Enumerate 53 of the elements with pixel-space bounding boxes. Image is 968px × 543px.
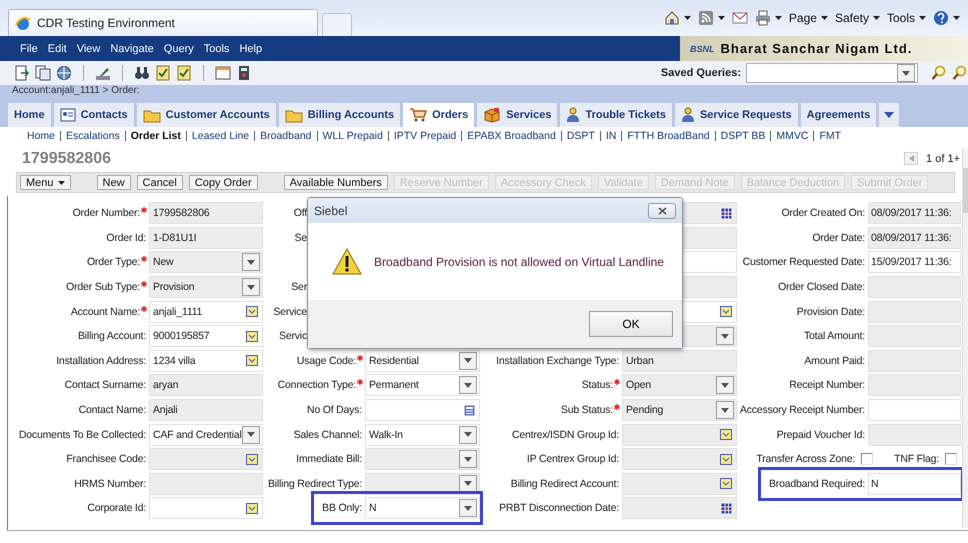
breadcrumb: Account:anjali_1111 > Order:: [0, 85, 968, 97]
field-label: Transfer Across Zone:: [756, 453, 856, 466]
field-label: Order Closed Date:: [778, 281, 865, 294]
dialog-title: Siebel: [314, 204, 348, 218]
field-label: PRBT Disconnection Date:: [499, 502, 619, 514]
field-label: Receipt Number:: [789, 379, 865, 392]
company-name: Bharat Sanchar Nigam Ltd.: [720, 41, 912, 56]
field-label: IP Centrex Group Id:: [526, 453, 619, 466]
logo-mark: BSNL: [690, 44, 714, 54]
field-label: Account Name:: [70, 306, 140, 318]
field-label: Order Id:: [106, 232, 146, 244]
field-label: Customer Requested Date:: [742, 256, 865, 268]
dialog-message: Broadband Provision is not allowed on Virtual Landline: [374, 254, 664, 268]
field-label: Se: [294, 232, 307, 244]
field-label: Order Number:: [72, 207, 140, 220]
field-label: BB Only:: [322, 502, 362, 514]
field-label: Service: [272, 306, 307, 318]
field-label: No Of Days:: [307, 404, 362, 416]
record-title: 1799582806: [22, 150, 111, 168]
field-label: Sub Status:: [560, 404, 613, 416]
field-label: Documents To Be Collected:: [18, 428, 146, 441]
field-label: Ser: [290, 281, 307, 294]
saved-queries-label: Saved Queries:: [660, 67, 741, 79]
field-label: Installation Address:: [56, 354, 146, 367]
field-label: TNF Flag:: [894, 453, 939, 466]
field-label: Corporate Id:: [87, 502, 146, 514]
field-label: Status:: [582, 379, 613, 392]
field-label: Amount Paid:: [804, 354, 865, 367]
field-label: Provision Date:: [796, 306, 865, 318]
field-label: Order Sub Type:: [66, 281, 140, 294]
field-label: Accessory Receipt Number:: [740, 404, 865, 416]
field-label: Contact Surname:: [64, 379, 146, 392]
field-label: Order Created On:: [781, 207, 865, 220]
field-label: Usage Code:: [296, 354, 356, 367]
field-label: Servic: [278, 330, 307, 342]
field-label: Connection Type:: [278, 379, 356, 392]
field-label: Broadband Required:: [768, 478, 865, 490]
field-label: Contact Name:: [78, 404, 146, 416]
record-count: 1 of 1+: [926, 152, 960, 164]
field-label: Franchisee Code:: [66, 453, 146, 466]
field-label: HRMS Number:: [74, 478, 146, 490]
field-label: Total Amount:: [804, 330, 865, 342]
field-label: Sales Channel:: [294, 428, 362, 441]
field-label: Prepaid Voucher Id:: [776, 428, 865, 441]
field-label: Immediate Bill:: [296, 453, 362, 466]
field-label: Billing Account:: [78, 330, 146, 342]
field-label: Off: [292, 207, 307, 220]
field-label: Billing Redirect Account:: [510, 478, 619, 490]
field-label: Order Type:: [86, 256, 140, 268]
field-label: Centrex/ISDN Group Id:: [512, 428, 619, 441]
field-label: Installation Exchange Type:: [496, 354, 619, 367]
field-label: Order Date:: [812, 232, 865, 244]
field-label: Billing Redirect Type:: [268, 478, 362, 490]
